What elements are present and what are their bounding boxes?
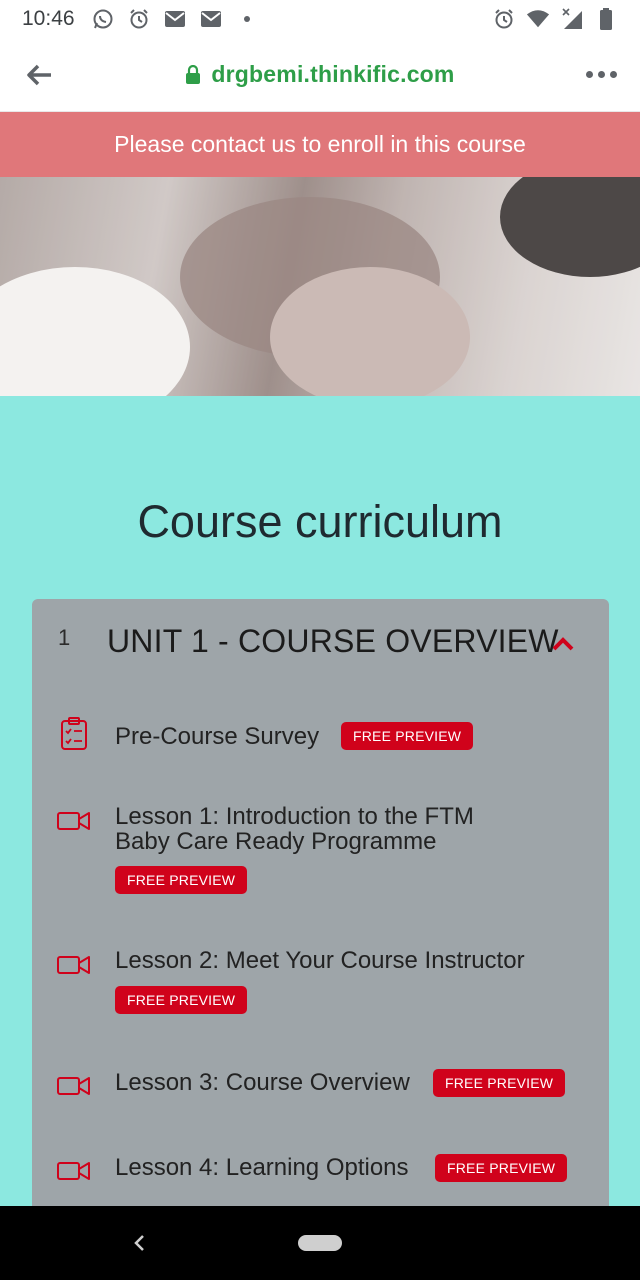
battery-icon <box>594 7 618 31</box>
free-preview-badge[interactable]: FREE PREVIEW <box>115 986 248 1014</box>
dot-icon <box>235 7 259 31</box>
lesson-title-line: Lesson 1: Introduction to the FTM <box>115 803 474 830</box>
status-bar: 10:46 <box>0 0 640 38</box>
gmail-icon <box>163 7 187 31</box>
alarm-icon <box>127 7 151 31</box>
back-button[interactable] <box>0 38 78 112</box>
gmail-icon <box>199 7 223 31</box>
whatsapp-icon <box>91 7 115 31</box>
lock-icon <box>186 64 201 84</box>
nav-home-button[interactable] <box>298 1235 342 1251</box>
arrow-left-icon <box>27 64 51 85</box>
unit-number: 1 <box>58 625 71 650</box>
lesson-title-line: Baby Care Ready Programme <box>115 828 437 855</box>
alarm-icon <box>492 7 516 31</box>
video-icon <box>56 1068 92 1104</box>
more-dot <box>609 71 617 78</box>
curriculum-section: Course curriculum 1 UNIT 1 - COURSE OVER… <box>0 396 640 1219</box>
video-icon <box>56 1153 92 1189</box>
video-icon <box>56 803 92 839</box>
signal-icon <box>560 7 584 31</box>
system-icons <box>492 7 618 31</box>
browser-toolbar: drgbemi.thinkific.com <box>0 38 640 112</box>
lesson-item[interactable]: Lesson 1: Introduction to the FTM Baby C… <box>32 794 609 904</box>
enroll-banner-text: Please contact us to enroll in this cour… <box>114 131 526 157</box>
system-nav-bar <box>0 1206 640 1280</box>
lesson-item[interactable]: Lesson 3: Course Overview FREE PREVIEW <box>32 1065 609 1115</box>
url-field[interactable]: drgbemi.thinkific.com <box>78 61 562 88</box>
lesson-title[interactable]: Pre-Course Survey <box>115 724 319 749</box>
free-preview-badge[interactable]: FREE PREVIEW <box>435 1154 568 1182</box>
video-icon <box>56 947 92 983</box>
curriculum-heading: Course curriculum <box>137 496 503 547</box>
notification-icons <box>91 7 259 31</box>
enroll-banner: Please contact us to enroll in this cour… <box>0 112 640 177</box>
wifi-icon <box>526 7 550 31</box>
unit-title: UNIT 1 - COURSE OVERVIEW <box>107 623 559 659</box>
unit-header[interactable]: 1 UNIT 1 - COURSE OVERVIEW <box>32 599 609 689</box>
lesson-title[interactable]: Lesson 4: Learning Options <box>115 1155 409 1180</box>
survey-icon <box>56 716 92 752</box>
lesson-item[interactable]: Lesson 4: Learning Options FREE PREVIEW <box>32 1150 609 1200</box>
unit-card: 1 UNIT 1 - COURSE OVERVIEW Pre-Course Su… <box>32 599 609 1219</box>
chevron-up-icon[interactable] <box>548 629 578 659</box>
lesson-title[interactable]: Lesson 1: Introduction to the FTM Baby C… <box>115 804 474 854</box>
lesson-title[interactable]: Lesson 3: Course Overview <box>115 1070 410 1095</box>
chevron-left-icon <box>134 1235 144 1251</box>
free-preview-badge[interactable]: FREE PREVIEW <box>433 1069 566 1097</box>
more-options-button[interactable] <box>562 38 640 112</box>
status-time: 10:46 <box>22 7 75 30</box>
course-hero-image <box>0 177 640 396</box>
url-text: drgbemi.thinkific.com <box>211 61 455 87</box>
lesson-item[interactable]: Lesson 2: Meet Your Course Instructor FR… <box>32 940 609 1030</box>
nav-back-button[interactable] <box>124 1228 154 1258</box>
lesson-title[interactable]: Lesson 2: Meet Your Course Instructor <box>115 948 525 973</box>
more-dot <box>597 71 605 78</box>
more-dots-icon <box>585 71 593 78</box>
free-preview-badge[interactable]: FREE PREVIEW <box>341 722 474 750</box>
lesson-item[interactable]: Pre-Course Survey FREE PREVIEW <box>32 709 609 779</box>
free-preview-badge[interactable]: FREE PREVIEW <box>115 866 248 894</box>
